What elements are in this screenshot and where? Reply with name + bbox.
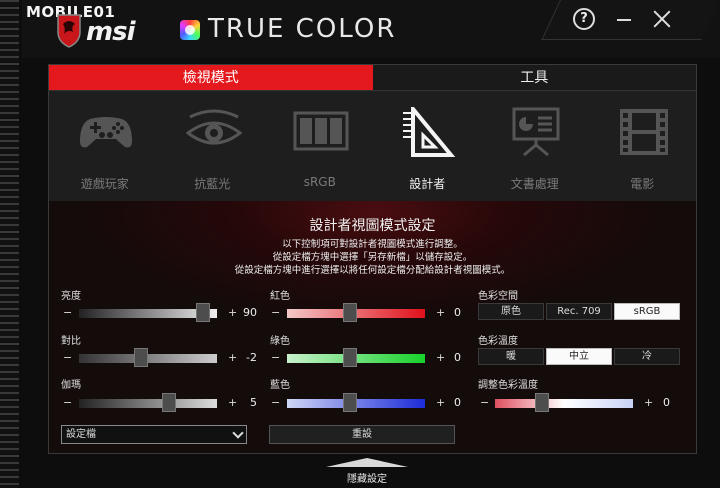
color-space-rec709-option[interactable]: Rec. 709 bbox=[546, 303, 612, 320]
mode-label: sRGB bbox=[303, 175, 336, 189]
red-value: 0 bbox=[454, 306, 461, 319]
mode-label: 文書處理 bbox=[510, 177, 559, 191]
mode-label: 電影 bbox=[630, 177, 655, 191]
green-label: 綠色 bbox=[270, 336, 290, 347]
chevron-down-icon bbox=[232, 427, 244, 439]
reset-button[interactable]: 重設 bbox=[269, 425, 455, 444]
contrast-slider[interactable] bbox=[79, 348, 217, 367]
profile-dropdown-label: 設定檔 bbox=[66, 429, 96, 440]
tab-view-mode[interactable]: 檢視模式 bbox=[49, 65, 373, 91]
film-strip-icon bbox=[619, 109, 668, 155]
red-decrease-button[interactable]: − bbox=[271, 306, 280, 319]
presentation-board-icon bbox=[512, 107, 560, 157]
mode-selector: 遊戲玩家 抗藍光 sRGB 設計者 文書處理 電影 bbox=[49, 91, 696, 201]
settings-description: 以下控制項可對設計者視圖模式進行調整。 從設定檔方塊中選擇「另存新檔」以儲存設定… bbox=[234, 239, 511, 276]
contrast-label: 對比 bbox=[61, 336, 81, 347]
blue-slider[interactable] bbox=[287, 393, 425, 412]
green-value: 0 bbox=[454, 351, 461, 364]
mode-designer[interactable]: 設計者 bbox=[374, 91, 482, 201]
blue-decrease-button[interactable]: − bbox=[271, 396, 280, 409]
contrast-value: -2 bbox=[246, 351, 257, 364]
slider-thumb[interactable] bbox=[343, 393, 358, 412]
temp-decrease-button[interactable]: − bbox=[480, 396, 489, 409]
color-temp-neutral-option[interactable]: 中立 bbox=[546, 348, 612, 365]
adjust-color-temperature-label: 調整色彩溫度 bbox=[478, 380, 538, 391]
slider-thumb[interactable] bbox=[343, 303, 358, 322]
collapse-arrow-icon[interactable] bbox=[326, 458, 408, 467]
slider-thumb[interactable] bbox=[161, 393, 176, 412]
color-temp-warm-option[interactable]: 暖 bbox=[478, 348, 544, 365]
mode-gamer[interactable]: 遊戲玩家 bbox=[51, 91, 159, 201]
brightness-slider[interactable] bbox=[79, 303, 217, 322]
color-space-native-option[interactable]: 原色 bbox=[478, 303, 544, 320]
brightness-decrease-button[interactable]: − bbox=[63, 306, 72, 319]
mode-movie[interactable]: 電影 bbox=[589, 91, 697, 201]
slider-thumb[interactable] bbox=[343, 348, 358, 367]
designer-ruler-icon bbox=[402, 107, 455, 157]
slider-thumb[interactable] bbox=[196, 303, 211, 322]
gamepad-icon bbox=[80, 117, 132, 148]
blue-value: 0 bbox=[454, 396, 461, 409]
app-header: MOBILE01 msi TRUE COLOR bbox=[22, 0, 720, 58]
red-label: 紅色 bbox=[270, 291, 290, 302]
msi-logo: msi bbox=[86, 17, 135, 47]
color-space-label: 色彩空間 bbox=[478, 291, 518, 302]
minimize-button[interactable] bbox=[617, 19, 631, 21]
contrast-decrease-button[interactable]: − bbox=[63, 351, 72, 364]
color-space-srgb-option[interactable]: sRGB bbox=[614, 303, 680, 320]
slider-thumb[interactable] bbox=[534, 393, 549, 412]
gamma-decrease-button[interactable]: − bbox=[63, 396, 72, 409]
mode-office[interactable]: 文書處理 bbox=[481, 91, 589, 201]
mode-anti-blue-light[interactable]: 抗藍光 bbox=[159, 91, 267, 201]
red-slider[interactable] bbox=[287, 303, 425, 322]
tab-tools[interactable]: 工具 bbox=[372, 65, 696, 91]
gamma-slider[interactable] bbox=[79, 393, 217, 412]
slider-thumb[interactable] bbox=[134, 348, 149, 367]
green-decrease-button[interactable]: − bbox=[271, 351, 280, 364]
close-button[interactable] bbox=[650, 7, 674, 31]
gamma-value: 5 bbox=[250, 396, 257, 409]
true-color-icon bbox=[180, 20, 200, 40]
temp-value: 0 bbox=[663, 396, 670, 409]
srgb-panel-icon bbox=[293, 111, 349, 151]
eye-icon bbox=[185, 109, 242, 145]
designer-settings-panel: 設計者視圖模式設定 以下控制項可對設計者視圖模式進行調整。 從設定檔方塊中選擇「… bbox=[49, 201, 696, 453]
color-temp-cool-option[interactable]: 冷 bbox=[614, 348, 680, 365]
msi-dragon-shield-icon bbox=[57, 14, 81, 48]
mode-label: 設計者 bbox=[409, 177, 446, 191]
blue-label: 藍色 bbox=[270, 380, 290, 391]
brightness-value: 90 bbox=[243, 306, 257, 319]
color-temperature-slider[interactable] bbox=[495, 393, 633, 412]
left-decorative-stripes bbox=[0, 0, 22, 488]
main-panel: 檢視模式 工具 遊戲玩家 抗藍光 sRGB 設計者 文書處理 電影 設計者視圖模… bbox=[48, 64, 697, 454]
mode-label: 抗藍光 bbox=[194, 177, 231, 191]
gamma-label: 伽瑪 bbox=[61, 380, 81, 391]
profile-dropdown[interactable]: 設定檔 bbox=[61, 425, 247, 444]
app-title: TRUE COLOR bbox=[208, 14, 397, 44]
help-button[interactable]: ? bbox=[573, 8, 595, 30]
tab-bar: 檢視模式 工具 bbox=[49, 65, 696, 91]
mode-srgb[interactable]: sRGB bbox=[266, 91, 374, 201]
green-slider[interactable] bbox=[287, 348, 425, 367]
mode-label: 遊戲玩家 bbox=[80, 177, 129, 191]
settings-title: 設計者視圖模式設定 bbox=[309, 218, 436, 234]
hide-settings-button[interactable]: 隱藏設定 bbox=[326, 470, 408, 485]
color-temperature-label: 色彩溫度 bbox=[478, 336, 518, 347]
brightness-label: 亮度 bbox=[61, 291, 81, 302]
